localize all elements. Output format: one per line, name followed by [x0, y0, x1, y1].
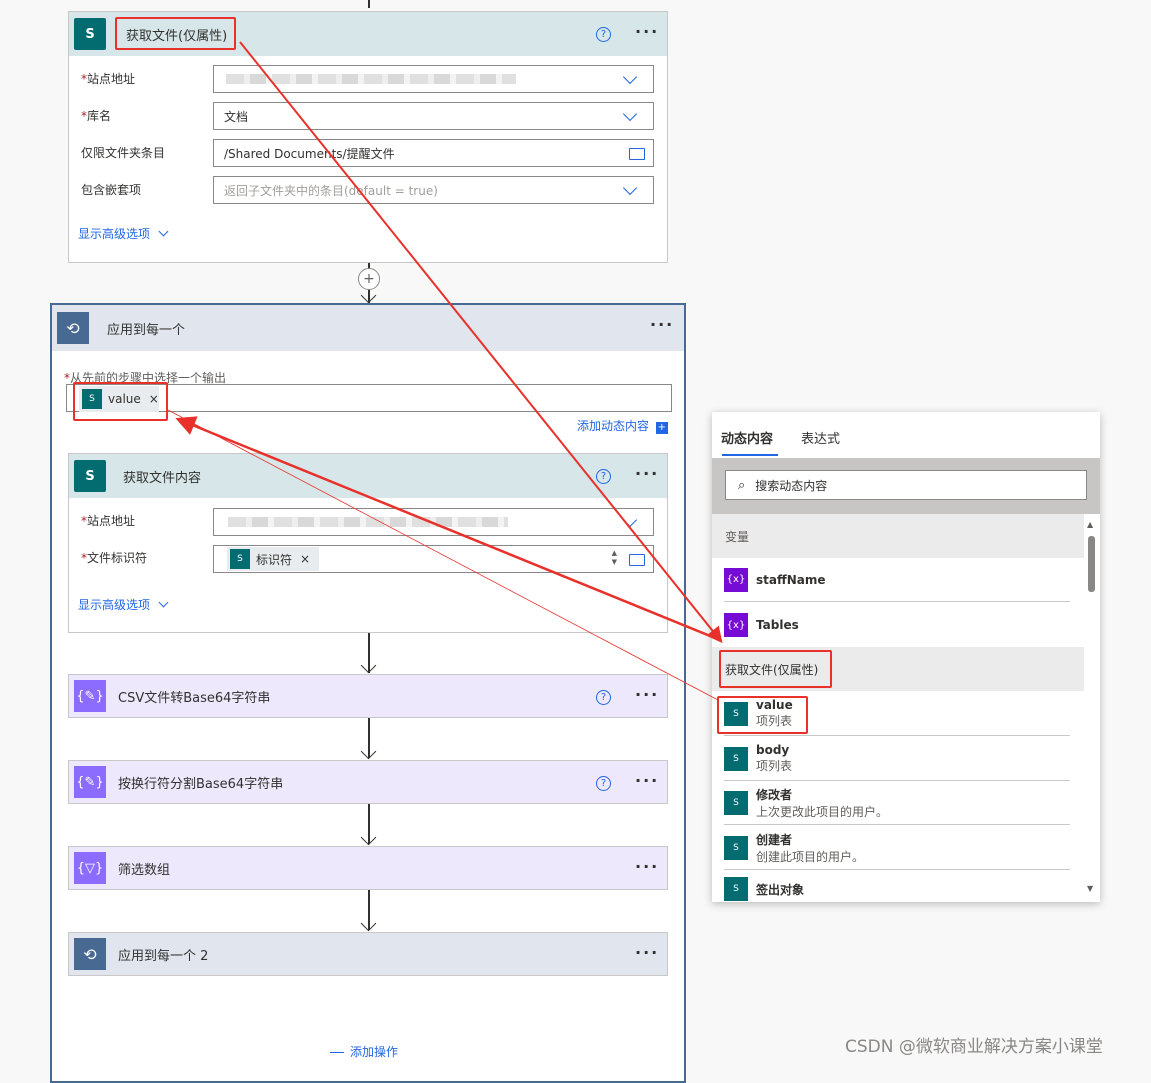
watermark: CSDN @微软商业解决方案小课堂 — [845, 1037, 1103, 1057]
annotation-arrows — [167, 41, 723, 701]
